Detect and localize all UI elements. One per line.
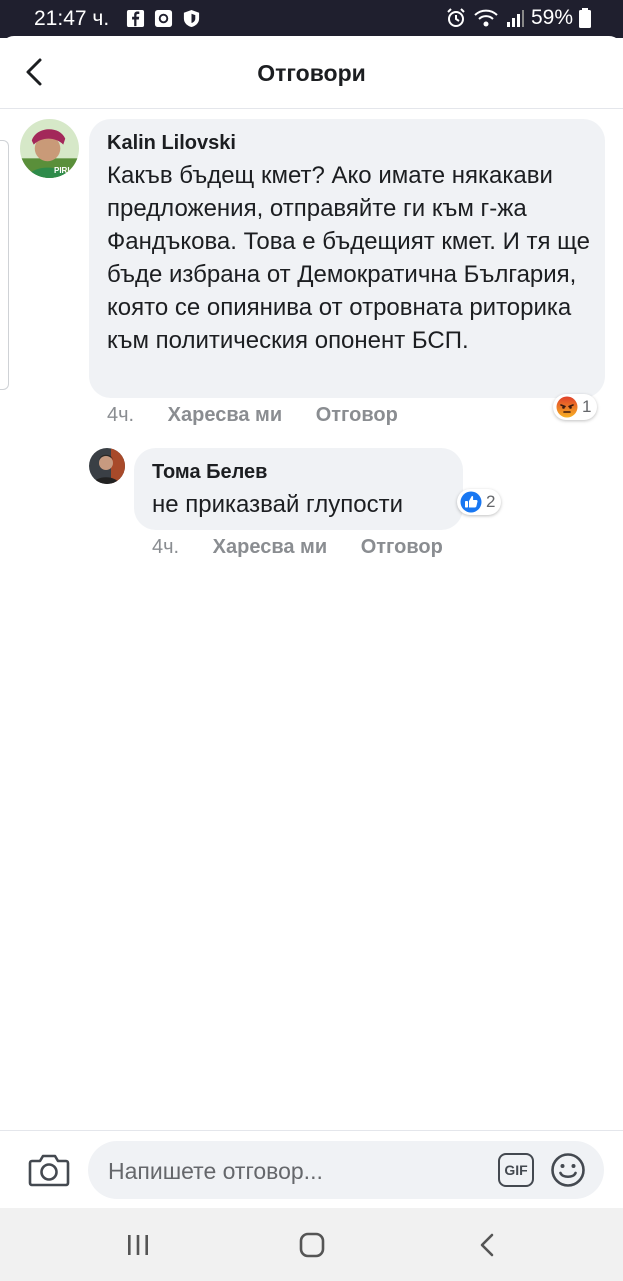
like-reaction-icon — [460, 491, 482, 513]
avatar-toma-belev[interactable] — [89, 448, 125, 484]
system-back-button[interactable] — [472, 1230, 502, 1260]
battery-percent: 59% — [530, 6, 573, 29]
thread-edge — [0, 140, 9, 390]
signal-icon — [506, 10, 524, 27]
profile-photo — [20, 119, 79, 178]
alarm-icon — [447, 8, 465, 27]
system-nav-bar — [0, 1208, 623, 1281]
comment-text: Какъв бъдещ кмет? Ако имате някакави пре… — [107, 162, 590, 354]
status-time: 21:47 ч. — [34, 7, 110, 30]
recent-apps-button[interactable] — [123, 1230, 153, 1260]
facebook-notification-icon — [126, 9, 145, 28]
reaction-count: 2 — [486, 492, 496, 511]
reply-link[interactable]: Отговор — [316, 404, 398, 427]
reply-link[interactable]: Отговор — [361, 536, 443, 559]
reaction-count: 1 — [582, 397, 592, 416]
emoji-icon[interactable] — [550, 1152, 586, 1188]
avatar-tag: PIRI — [54, 166, 70, 175]
comment-meta: 4ч. Харесва ми Отговор — [107, 404, 398, 427]
comment-author[interactable]: Kalin Lilovski — [107, 132, 236, 155]
home-icon — [299, 1232, 325, 1258]
comment-time: 4ч. — [107, 404, 135, 426]
reaction-summary[interactable]: 2 — [457, 489, 502, 515]
replies-header: Отговори — [0, 36, 623, 109]
comment-text: не приказвай глупости — [152, 491, 404, 518]
battery-icon — [579, 8, 591, 28]
gif-button[interactable]: GIF — [498, 1153, 534, 1187]
avatar-kalin-lilovski[interactable]: PIRI — [20, 119, 79, 178]
home-button[interactable] — [297, 1230, 327, 1260]
like-link[interactable]: Харесва ми — [168, 404, 282, 427]
comment-time: 4ч. — [152, 536, 180, 558]
comment-author[interactable]: Тома Белев — [152, 461, 267, 484]
angry-reaction-icon — [556, 396, 578, 418]
status-bar: 21:47 ч. 59% — [0, 0, 623, 38]
reaction-summary[interactable]: 1 — [553, 394, 598, 420]
reply-input[interactable] — [106, 1141, 490, 1201]
instagram-notification-icon — [154, 9, 173, 28]
back-arrow-icon — [480, 1233, 494, 1257]
profile-photo — [89, 448, 125, 484]
recent-apps-icon — [128, 1235, 148, 1255]
reply-composer: GIF — [0, 1130, 623, 1209]
camera-icon[interactable] — [28, 1151, 70, 1189]
reply-input-container[interactable]: GIF — [88, 1141, 604, 1201]
page-title: Отговори — [257, 60, 366, 86]
comment-meta: 4ч. Харесва ми Отговор — [152, 536, 443, 559]
wifi-icon — [474, 9, 498, 27]
status-right: 59% — [445, 6, 591, 30]
like-link[interactable]: Харесва ми — [213, 536, 327, 559]
shield-notification-icon — [183, 9, 200, 28]
